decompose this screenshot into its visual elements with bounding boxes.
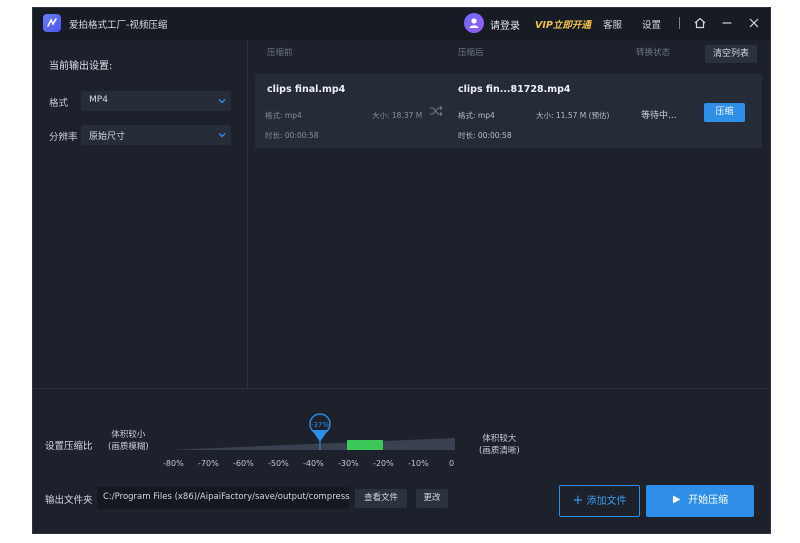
vip-link[interactable]: VIP立即开通 — [535, 17, 591, 31]
output-folder-label: 输出文件夹 — [45, 495, 93, 506]
slider-value: -37% — [311, 421, 329, 429]
output-path-field[interactable]: C:/Program Files (x86)/AipaiFactory/save… — [97, 487, 350, 509]
smaller-size-text: 体积较小 — [111, 430, 146, 440]
tick-label: -70% — [198, 459, 219, 468]
plus-icon: + — [572, 493, 584, 508]
app-window: 爱拍格式工厂-视频压缩 请登录 VIP立即开通 客服 设置 当前输出设置: 格式… — [32, 7, 771, 534]
title-bar: 爱拍格式工厂-视频压缩 请登录 VIP立即开通 客服 设置 — [33, 8, 770, 40]
column-status: 转换状态 — [636, 48, 671, 58]
smaller-size-hint: 体积较小 (画质模糊) — [108, 429, 149, 453]
panel-divider — [247, 40, 248, 388]
play-icon — [672, 495, 681, 504]
larger-size-text: 体积较大 — [482, 434, 517, 444]
source-duration: 时长: 00:00:58 — [265, 131, 319, 140]
app-logo-icon — [43, 14, 61, 32]
tick-label: -50% — [268, 459, 289, 468]
file-row[interactable]: clips final.mp4 格式: mp4 大小: 18.37 M 时长: … — [255, 74, 762, 148]
minimize-icon[interactable] — [720, 16, 734, 30]
change-folder-button[interactable]: 更改 — [416, 489, 448, 508]
output-duration: 时长: 00:00:58 — [458, 131, 512, 140]
chevron-down-icon — [218, 99, 226, 104]
larger-size-quality: (画质清晰) — [479, 446, 520, 456]
settings-title: 当前输出设置: — [49, 61, 113, 72]
user-avatar-icon[interactable] — [464, 13, 484, 33]
output-filename: clips fin...81728.mp4 — [458, 84, 571, 95]
start-compress-label: 开始压缩 — [688, 495, 729, 506]
smaller-size-quality: (画质模糊) — [108, 442, 149, 452]
view-files-button[interactable]: 查看文件 — [355, 489, 407, 508]
chevron-down-icon — [218, 133, 226, 138]
compression-ratio-label: 设置压缩比 — [45, 441, 93, 452]
resolution-label: 分辨率 — [49, 132, 78, 143]
title-separator — [679, 17, 680, 29]
output-format: 格式: mp4 — [458, 111, 495, 120]
bottom-divider — [33, 388, 770, 389]
tick-label: -10% — [408, 459, 429, 468]
settings-link[interactable]: 设置 — [642, 17, 661, 31]
clear-list-button[interactable]: 清空列表 — [705, 45, 757, 63]
tick-label: -40% — [303, 459, 324, 468]
conversion-status: 等待中... — [641, 111, 677, 121]
resolution-value: 原始尺寸 — [89, 132, 126, 142]
format-value: MP4 — [89, 95, 108, 105]
slider-handle[interactable]: -37% — [309, 413, 331, 442]
slider-track — [169, 438, 455, 450]
column-before: 压缩前 — [267, 48, 293, 58]
tick-label: -30% — [338, 459, 359, 468]
close-icon[interactable] — [747, 16, 761, 30]
compression-slider[interactable]: -37% — [163, 408, 463, 458]
source-filename: clips final.mp4 — [267, 84, 346, 95]
tick-label: -20% — [373, 459, 394, 468]
larger-size-hint: 体积较大 (画质清晰) — [479, 433, 520, 457]
output-size: 大小: 11.57 M (预估) — [536, 111, 610, 120]
tick-label: -80% — [163, 459, 184, 468]
tick-label: 0 — [449, 459, 455, 468]
resolution-select[interactable]: 原始尺寸 — [81, 125, 231, 145]
tick-label: -60% — [233, 459, 254, 468]
output-path-text: C:/Program Files (x86)/AipaiFactory/save… — [103, 492, 350, 502]
column-after: 压缩后 — [458, 48, 484, 58]
format-label: 格式 — [49, 98, 69, 109]
add-file-label: 添加文件 — [586, 496, 627, 507]
add-file-button[interactable]: + 添加文件 — [559, 485, 640, 517]
home-icon[interactable] — [693, 16, 707, 30]
login-link[interactable]: 请登录 — [490, 17, 520, 32]
compress-button[interactable]: 压缩 — [704, 103, 745, 122]
service-link[interactable]: 客服 — [603, 17, 622, 31]
start-compress-button[interactable]: 开始压缩 — [646, 485, 754, 517]
app-title: 爱拍格式工厂-视频压缩 — [69, 20, 168, 31]
source-size: 大小: 18.37 M — [372, 111, 423, 120]
format-select[interactable]: MP4 — [81, 91, 231, 111]
source-format: 格式: mp4 — [265, 111, 302, 120]
shuffle-icon — [430, 105, 443, 117]
recommended-range — [347, 440, 383, 450]
